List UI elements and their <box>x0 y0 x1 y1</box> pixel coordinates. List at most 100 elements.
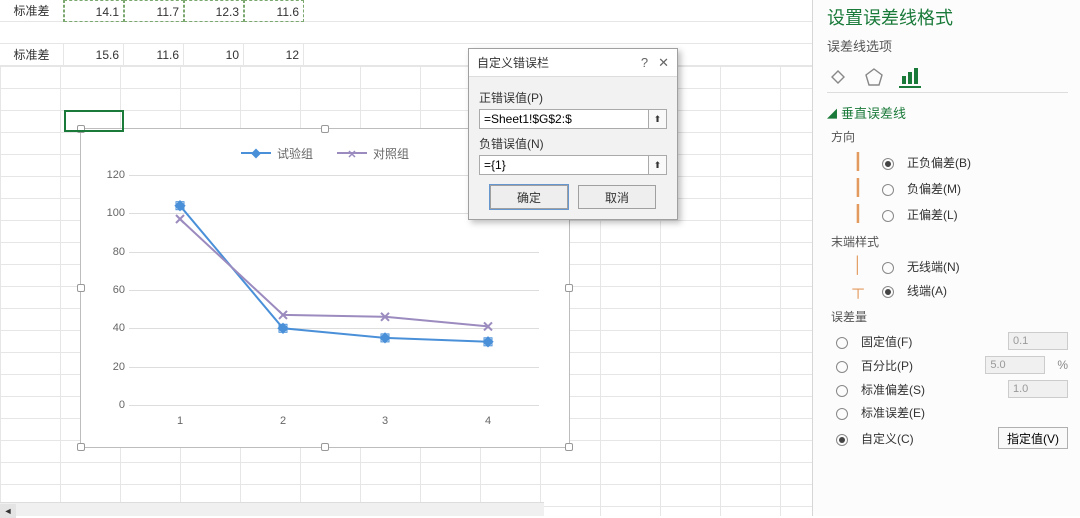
percent-value-input <box>985 356 1045 374</box>
option-label: 标准误差(E) <box>861 404 925 421</box>
custom-error-bars-dialog[interactable]: 自定义错误栏 ? ✕ 正错误值(P) ⬆ 负错误值(N) ⬆ 确定 取消 <box>468 48 678 220</box>
cell[interactable]: 10 <box>184 44 244 66</box>
legend-marker: ✕ <box>337 152 367 154</box>
amount-stddev-radio[interactable] <box>836 385 848 397</box>
legend-item[interactable]: 试验组 <box>241 145 313 162</box>
sheet-row[interactable]: 标准差 15.6 11.6 10 12 <box>0 44 812 66</box>
y-tick: 20 <box>99 361 125 373</box>
cancel-button[interactable]: 取消 <box>578 185 656 209</box>
amount-custom-radio[interactable] <box>836 434 848 446</box>
amount-stderr-radio[interactable] <box>836 408 848 420</box>
both-direction-icon: ┃ <box>849 152 867 172</box>
legend-marker <box>241 152 271 154</box>
endstyle-heading: 末端样式 <box>831 233 1068 250</box>
amount-percent-option[interactable]: 百分比(P) % <box>827 353 1068 377</box>
dialog-titlebar[interactable]: 自定义错误栏 ? ✕ <box>469 49 677 77</box>
direction-plus-option[interactable]: ┃ 正偏差(L) <box>827 201 1068 227</box>
y-tick: 60 <box>99 284 125 296</box>
amount-percent-radio[interactable] <box>836 361 848 373</box>
y-tick: 40 <box>99 322 125 334</box>
direction-minus-option[interactable]: ┃ 负偏差(M) <box>827 175 1068 201</box>
resize-handle[interactable] <box>77 284 85 292</box>
amount-stddev-option[interactable]: 标准偏差(S) <box>827 377 1068 401</box>
y-tick: 80 <box>99 246 125 258</box>
error-amount-heading: 误差量 <box>831 308 1068 325</box>
option-label: 线端(A) <box>907 282 947 299</box>
cell[interactable]: 11.6 <box>124 44 184 66</box>
legend-item[interactable]: ✕ 对照组 <box>337 145 409 162</box>
row-label: 标准差 <box>0 0 64 22</box>
percent-sign: % <box>1057 358 1068 372</box>
option-label: 标准偏差(S) <box>861 381 925 398</box>
negative-error-input[interactable] <box>479 155 649 175</box>
effects-tab-icon[interactable] <box>863 66 885 88</box>
direction-both-option[interactable]: ┃ 正负偏差(B) <box>827 149 1068 175</box>
fill-tab-icon[interactable] <box>827 66 849 88</box>
x-tick: 3 <box>370 415 400 427</box>
dialog-title: 自定义错误栏 <box>477 54 549 71</box>
endstyle-none-option[interactable]: │ 无线端(N) <box>827 254 1068 278</box>
x-tick: 2 <box>268 415 298 427</box>
amount-fixed-option[interactable]: 固定值(F) <box>827 329 1068 353</box>
cap-icon: ┬ <box>849 281 867 299</box>
pane-subtitle: 误差线选项 <box>827 36 1068 55</box>
cell[interactable]: 12 <box>244 44 304 66</box>
range-select-icon[interactable]: ⬆ <box>649 109 667 129</box>
vertical-error-bar-section[interactable]: ◢ 垂直误差线 <box>827 103 1068 122</box>
direction-plus-radio[interactable] <box>882 210 894 222</box>
resize-handle[interactable] <box>321 125 329 133</box>
pane-title: 设置误差线格式 <box>827 4 1068 30</box>
help-icon[interactable]: ? <box>641 55 648 71</box>
legend-label: 对照组 <box>373 145 409 162</box>
y-tick: 120 <box>99 169 125 181</box>
negative-error-label: 负错误值(N) <box>479 135 667 152</box>
endstyle-cap-option[interactable]: ┬ 线端(A) <box>827 278 1068 302</box>
specify-value-button[interactable]: 指定值(V) <box>998 427 1068 449</box>
range-select-icon[interactable]: ⬆ <box>649 155 667 175</box>
positive-error-input[interactable] <box>479 109 649 129</box>
option-label: 负偏差(M) <box>907 180 961 197</box>
collapse-icon[interactable]: ◢ <box>827 105 837 121</box>
direction-minus-radio[interactable] <box>882 184 894 196</box>
direction-both-radio[interactable] <box>882 158 894 170</box>
stddev-value-input <box>1008 380 1068 398</box>
spreadsheet-grid[interactable]: 标准差 14.1 11.7 12.3 11.6 标准差 15.6 11.6 10… <box>0 0 812 516</box>
no-cap-icon: │ <box>849 257 867 275</box>
sheet-row-empty[interactable] <box>0 22 812 44</box>
resize-handle[interactable] <box>565 284 573 292</box>
bar-options-tab-icon[interactable] <box>899 66 921 88</box>
y-tick: 0 <box>99 399 125 411</box>
cell[interactable]: 11.7 <box>124 0 184 22</box>
minus-direction-icon: ┃ <box>849 178 867 198</box>
resize-handle[interactable] <box>77 443 85 451</box>
amount-stderr-option[interactable]: 标准误差(E) <box>827 401 1068 424</box>
cell[interactable]: 14.1 <box>64 0 124 22</box>
close-icon[interactable]: ✕ <box>658 55 669 71</box>
amount-custom-option[interactable]: 自定义(C) 指定值(V) <box>827 424 1068 452</box>
horizontal-scrollbar[interactable]: ◄ <box>0 502 544 516</box>
amount-fixed-radio[interactable] <box>836 337 848 349</box>
endstyle-none-radio[interactable] <box>882 262 894 274</box>
row-label: 标准差 <box>0 44 64 66</box>
legend-label: 试验组 <box>277 145 313 162</box>
option-label: 百分比(P) <box>861 357 913 374</box>
resize-handle[interactable] <box>321 443 329 451</box>
cell[interactable]: 12.3 <box>184 0 244 22</box>
cell[interactable]: 11.6 <box>244 0 304 22</box>
positive-error-label: 正错误值(P) <box>479 89 667 106</box>
y-tick: 100 <box>99 207 125 219</box>
selected-cell[interactable] <box>64 110 124 132</box>
sheet-row[interactable]: 标准差 14.1 11.7 12.3 11.6 <box>0 0 812 22</box>
option-label: 正负偏差(B) <box>907 154 971 171</box>
resize-handle[interactable] <box>565 443 573 451</box>
fixed-value-input <box>1008 332 1068 350</box>
endstyle-cap-radio[interactable] <box>882 286 894 298</box>
x-tick: 4 <box>473 415 503 427</box>
option-label: 正偏差(L) <box>907 206 958 223</box>
direction-heading: 方向 <box>831 128 1068 145</box>
plus-direction-icon: ┃ <box>849 204 867 224</box>
ok-button[interactable]: 确定 <box>490 185 568 209</box>
format-error-bars-pane[interactable]: 设置误差线格式 误差线选项 ◢ 垂直误差线 方向 ┃ 正负偏差(B) ┃ 负偏差… <box>812 0 1080 516</box>
cell[interactable]: 15.6 <box>64 44 124 66</box>
option-label: 无线端(N) <box>907 258 960 275</box>
